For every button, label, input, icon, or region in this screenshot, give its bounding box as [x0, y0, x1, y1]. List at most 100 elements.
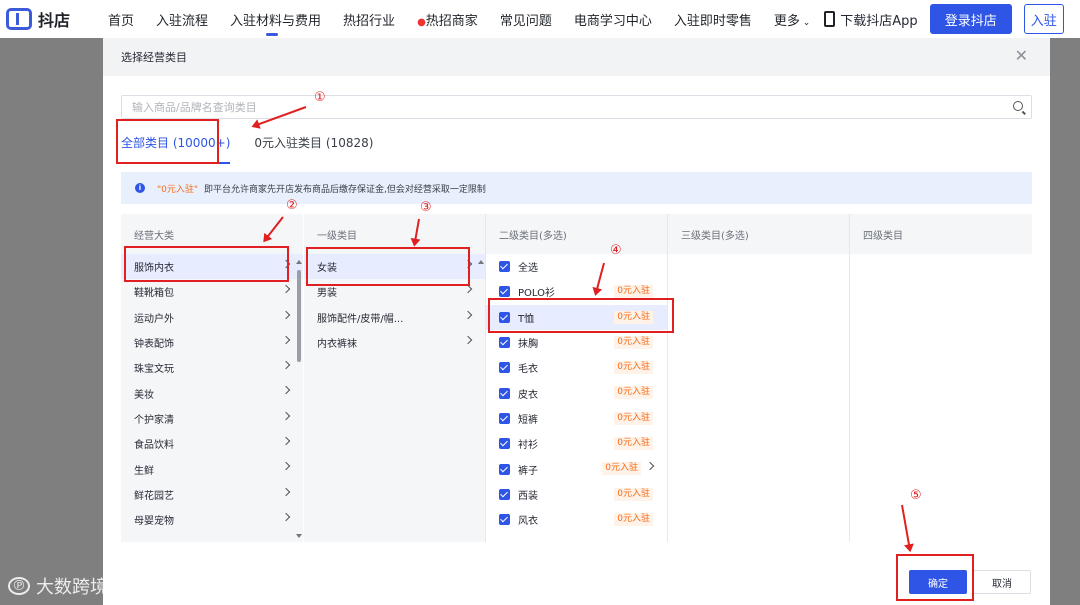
- zero-fee-badge: 0元入驻: [614, 335, 653, 349]
- chevron-down-icon: ⌄: [799, 17, 811, 28]
- list-item-label: 抹胸: [518, 339, 538, 351]
- checkbox[interactable]: [499, 362, 510, 374]
- nav-item-faq[interactable]: 常见问题: [500, 10, 552, 29]
- checkbox[interactable]: [499, 438, 510, 450]
- scroll-down-icon[interactable]: [296, 534, 302, 538]
- scroll-up-icon[interactable]: [296, 260, 302, 264]
- list-item-label: 全选: [518, 263, 538, 275]
- column-header: 二级类目(多选): [486, 214, 667, 254]
- list-item[interactable]: 内衣裤袜: [304, 330, 485, 355]
- checkbox[interactable]: [499, 286, 510, 298]
- checkbox[interactable]: [499, 488, 510, 500]
- list-item[interactable]: 珠宝文玩: [121, 355, 303, 380]
- nav-item-instant-retail[interactable]: 入驻即时零售: [674, 10, 752, 29]
- list-item[interactable]: 生鲜: [121, 456, 303, 481]
- list-item[interactable]: 运动户外: [121, 305, 303, 330]
- scrollbar-thumb[interactable]: [297, 270, 301, 362]
- list-item[interactable]: 鲜花园艺: [121, 482, 303, 507]
- nav-item-industries[interactable]: 热招行业: [343, 10, 395, 29]
- list-item-label: 母婴宠物: [134, 516, 174, 528]
- list-item-label: 鞋靴箱包: [134, 288, 174, 300]
- chevron-right-icon: [463, 310, 473, 319]
- zero-fee-badge: 0元入驻: [614, 487, 653, 501]
- list-item[interactable]: 美妆: [121, 380, 303, 405]
- list-item-label: 生鲜: [134, 465, 154, 477]
- annotation-marker-5: ⑤: [910, 488, 922, 503]
- list-item-label: 鲜花园艺: [134, 490, 174, 502]
- list-item[interactable]: 短裤 0元入驻: [486, 406, 667, 431]
- scroll-up-icon[interactable]: [478, 260, 484, 264]
- list-item[interactable]: 毛衣 0元入驻: [486, 355, 667, 380]
- login-button[interactable]: 登录抖店: [929, 4, 1012, 34]
- logo[interactable]: 抖店: [6, 7, 96, 31]
- list-item-label: 运动户外: [134, 313, 174, 325]
- checkbox[interactable]: [499, 463, 510, 475]
- list-item-label: 短裤: [518, 414, 538, 426]
- notice-highlight: "0元入驻": [157, 184, 199, 195]
- list-item[interactable]: 西装 0元入驻: [486, 482, 667, 507]
- nav-item-more[interactable]: 更多 ⌄: [774, 10, 810, 29]
- modal-header: 选择经营类目 ✕: [103, 38, 1050, 76]
- chevron-right-icon: [281, 512, 291, 522]
- cancel-button[interactable]: 取消: [973, 570, 1031, 594]
- notice-banner: i "0元入驻" 即平台允许商家先开店发布商品后缴存保证金,但会对经营采取一定限…: [121, 172, 1032, 204]
- nav-item-more-label: 更多: [773, 13, 800, 29]
- chevron-right-icon: [463, 335, 473, 345]
- nav-item-materials[interactable]: 入驻材料与费用: [230, 10, 321, 36]
- checkbox[interactable]: [499, 412, 510, 424]
- chevron-right-icon: [281, 335, 291, 345]
- chevron-right-icon: [281, 386, 291, 395]
- watermark-text: 大数跨境: [36, 577, 108, 598]
- list-item[interactable]: 衬衫 0元入驻: [486, 431, 667, 456]
- checkbox[interactable]: [499, 337, 510, 349]
- list-item[interactable]: 全选: [486, 254, 667, 279]
- search-icon[interactable]: [1013, 101, 1023, 111]
- zero-fee-badge: 0元入驻: [614, 285, 653, 299]
- tab-zero-fee-categories[interactable]: 0元入驻类目 (10828): [254, 134, 373, 164]
- top-nav: 抖店 首页 入驻流程 入驻材料与费用 热招行业 ●热招商家 常见问题 电商学习中…: [0, 0, 1080, 38]
- list-item[interactable]: 个护家清: [121, 406, 303, 431]
- list-item-label: 衬衫: [518, 440, 538, 452]
- list-item[interactable]: 皮衣 0元入驻: [486, 380, 667, 405]
- list-item-label: 内衣裤袜: [317, 339, 357, 351]
- info-icon: i: [135, 183, 145, 193]
- watermark: ℗ 大数跨境: [8, 573, 108, 599]
- list-item[interactable]: 抹胸 0元入驻: [486, 330, 667, 355]
- annotation-box-level1: [306, 247, 470, 286]
- list-item-label: 食品饮料: [134, 440, 174, 452]
- list-item[interactable]: 裤子 0元入驻: [486, 456, 667, 481]
- zero-fee-badge: 0元入驻: [614, 361, 653, 375]
- checkbox[interactable]: [499, 261, 510, 273]
- zero-fee-badge: 0元入驻: [614, 411, 653, 425]
- list-item-label: 钟表配饰: [134, 339, 174, 351]
- list-item[interactable]: 食品饮料: [121, 431, 303, 456]
- list-item-label: 风衣: [518, 516, 538, 528]
- chevron-right-icon: [281, 285, 291, 294]
- watermark-logo-icon: ℗: [8, 577, 30, 595]
- search-box: [121, 95, 1032, 119]
- checkbox[interactable]: [499, 514, 510, 526]
- nav-item-home[interactable]: 首页: [108, 10, 134, 29]
- checkbox[interactable]: [499, 387, 510, 399]
- nav-item-hot-merchants-label: 热招商家: [425, 13, 478, 29]
- search-input[interactable]: [132, 100, 992, 114]
- list-item[interactable]: 风衣 0元入驻: [486, 507, 667, 532]
- close-icon[interactable]: ✕: [1015, 48, 1028, 64]
- list-item[interactable]: 服饰配件/皮带/帽...: [304, 305, 485, 330]
- list-item[interactable]: 鞋靴箱包: [121, 279, 303, 304]
- list-item[interactable]: 母婴宠物: [121, 507, 303, 532]
- annotation-box-major: [124, 246, 289, 282]
- settle-button[interactable]: 入驻: [1023, 4, 1064, 34]
- download-app-link[interactable]: 下载抖店App: [824, 10, 918, 29]
- column-header: 四级类目: [850, 214, 1032, 254]
- column-level4: 四级类目: [849, 214, 1032, 542]
- nav-item-process[interactable]: 入驻流程: [156, 10, 208, 29]
- annotation-box-level2: [488, 298, 674, 333]
- phone-icon: [824, 11, 836, 27]
- column-header: 三级类目(多选): [668, 214, 849, 254]
- nav-item-hot-merchants[interactable]: ●热招商家: [417, 10, 478, 29]
- list-item[interactable]: 钟表配饰: [121, 330, 303, 355]
- chevron-right-icon: [281, 436, 291, 446]
- column-level3: 三级类目(多选): [667, 214, 849, 542]
- nav-item-learning[interactable]: 电商学习中心: [574, 10, 652, 29]
